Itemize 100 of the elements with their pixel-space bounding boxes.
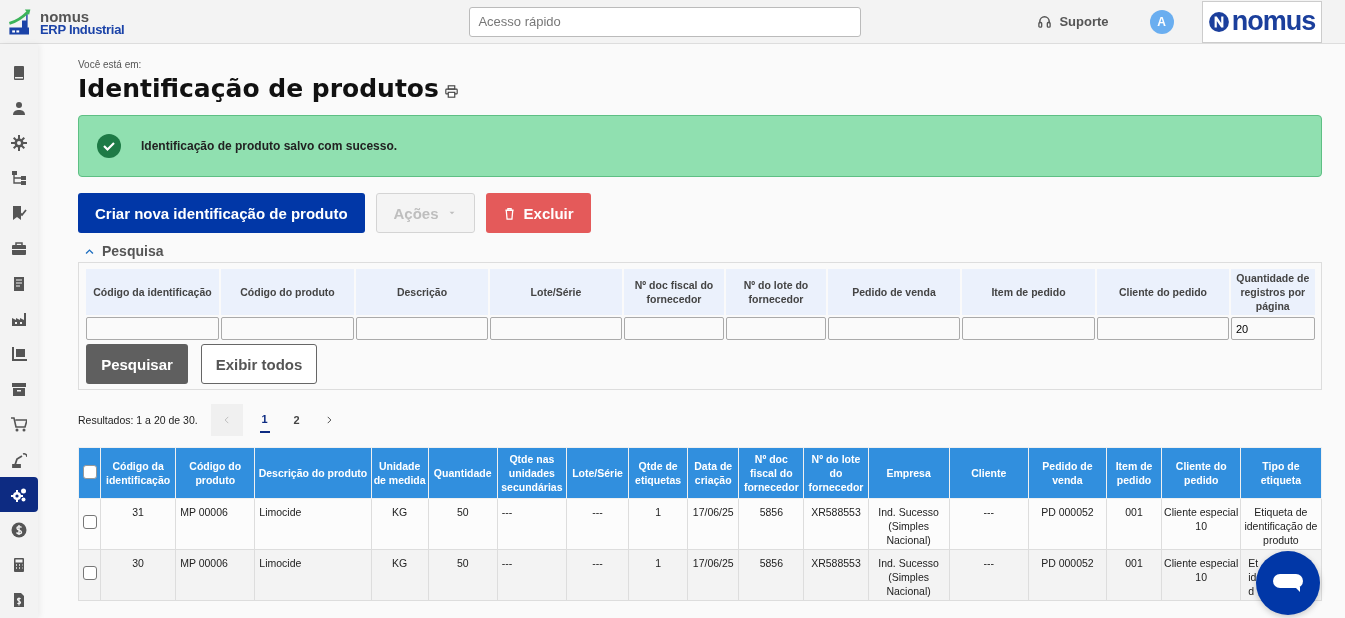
- field-label: Cliente do pedido: [1097, 269, 1229, 315]
- row-checkbox[interactable]: [82, 566, 97, 580]
- table-cell: PD 000052: [1041, 557, 1094, 569]
- table-cell: ---: [501, 506, 513, 518]
- show-all-button[interactable]: Exibir todos: [201, 344, 317, 384]
- column-header: Item de pedido: [1115, 460, 1153, 486]
- column-header: Nº doc fiscal do fornecedor: [743, 453, 799, 493]
- logo-product: ERP Industrial: [40, 22, 125, 36]
- select-all-checkbox[interactable]: [82, 464, 97, 479]
- field-label: Descrição: [356, 269, 488, 315]
- create-button[interactable]: Criar nova identificação de produto: [78, 193, 365, 233]
- table-cell: MP 00006: [180, 506, 228, 518]
- pallet-icon: [11, 346, 27, 363]
- field-label: Código do produto: [221, 269, 354, 315]
- table-cell: Ind. Sucesso (Simples Nacional): [878, 557, 939, 597]
- column-header: Empresa: [886, 467, 931, 479]
- delete-button[interactable]: Excluir: [485, 193, 591, 233]
- table-cell: XR588553: [811, 557, 861, 569]
- search-field[interactable]: [86, 317, 219, 340]
- table-cell: KG: [392, 506, 408, 518]
- field-label: Lote/Série: [490, 269, 622, 315]
- logo-brand: nomus: [40, 9, 91, 23]
- column-header: Código do produto: [189, 460, 242, 486]
- table-cell: ---: [983, 506, 994, 518]
- column-header: Código da identificação: [106, 460, 171, 486]
- table-cell: 5856: [759, 506, 783, 518]
- column-header: Cliente: [971, 467, 1007, 479]
- column-header: Descrição do produto: [258, 467, 368, 479]
- table-cell: MP 00006: [180, 557, 228, 569]
- page-link[interactable]: 1: [259, 407, 270, 433]
- column-header: Tipo de etiqueta: [1260, 460, 1302, 486]
- brand-logo: nomus: [1201, 0, 1322, 43]
- check-circle-icon: [97, 134, 121, 158]
- trash-icon: [502, 206, 516, 220]
- settings-icon: [11, 134, 27, 151]
- table-cell: ---: [501, 557, 513, 569]
- table-cell: PD 000052: [1041, 506, 1094, 518]
- table-cell: Ind. Sucesso (Simples Nacional): [878, 506, 939, 546]
- table-cell: Limocide: [259, 506, 302, 518]
- column-header: Qtde nas unidades secundárias: [501, 453, 563, 493]
- table-cell: 31: [132, 506, 144, 518]
- column-header: Nº do lote do fornecedor: [808, 453, 864, 493]
- search-field[interactable]: [726, 317, 826, 340]
- table-cell: Cliente especial 10: [1164, 506, 1239, 532]
- field-label: Item de pedido: [962, 269, 1095, 315]
- cart-icon: [11, 416, 27, 433]
- calculator-icon: [11, 557, 27, 574]
- search-field[interactable]: [490, 317, 622, 340]
- column-header: Quantidade: [433, 467, 492, 479]
- table-cell: ---: [592, 557, 603, 569]
- table-cell: Etiqueta de identificação de produto: [1244, 506, 1318, 546]
- chat-bubble-icon: [1272, 573, 1304, 593]
- search-field[interactable]: [962, 317, 1095, 340]
- support-link[interactable]: Suporte: [1037, 14, 1109, 29]
- search-field[interactable]: [624, 317, 724, 340]
- table-cell-text: Et id d: [1247, 556, 1259, 598]
- page-title: Identificação de produtos: [78, 74, 439, 103]
- table-cell: XR588553: [811, 506, 861, 518]
- search-field[interactable]: [356, 317, 488, 340]
- row-checkbox[interactable]: [82, 515, 97, 529]
- field-label: Código da identificação: [86, 269, 219, 315]
- table-cell: ---: [983, 557, 994, 569]
- logo-mark-icon: [1207, 10, 1230, 33]
- column-header: Cliente do pedido: [1175, 460, 1227, 486]
- column-header: Data de criação: [694, 460, 733, 486]
- quick-access-field[interactable]: Acesso rápido: [469, 6, 862, 37]
- alert-message: Identificação de produto salvo com sucesso.: [141, 139, 398, 153]
- search-field[interactable]: [221, 317, 354, 340]
- print-button[interactable]: [444, 84, 458, 101]
- table-cell: 001: [1125, 506, 1143, 518]
- table-cell: 50: [456, 557, 469, 569]
- page-link[interactable]: 2: [280, 404, 313, 436]
- results-summary: Resultados: 1 a 20 de 30.: [78, 414, 198, 426]
- archive-icon: [11, 381, 27, 398]
- table-cell: 001: [1125, 557, 1143, 569]
- book-icon: [11, 64, 27, 81]
- briefcase-icon: [11, 240, 27, 257]
- robotic-arm-icon: [11, 451, 27, 468]
- table-cell: KG: [392, 557, 408, 569]
- printer-icon: [444, 84, 458, 98]
- breadcrumb-label: Você está em:: [78, 59, 143, 70]
- search-button[interactable]: Pesquisar: [86, 344, 188, 384]
- user-icon: [11, 99, 27, 116]
- document-icon: [11, 275, 27, 292]
- table-cell: Cliente especial 10: [1164, 557, 1239, 583]
- gears-icon: [11, 486, 27, 503]
- table-cell: Limocide: [259, 557, 302, 569]
- search-field[interactable]: 20: [1231, 317, 1315, 340]
- search-field[interactable]: [828, 317, 960, 340]
- search-section-toggle[interactable]: Pesquisa: [84, 243, 164, 259]
- column-header: Qtde de etiquetas: [635, 460, 682, 486]
- field-label: Quantidade de registros por página: [1231, 269, 1315, 315]
- table-cell: 1: [655, 557, 662, 569]
- sidebar-item[interactable]: [0, 477, 38, 513]
- column-header: Unidade de medida: [373, 460, 426, 486]
- search-field[interactable]: [1097, 317, 1229, 340]
- dollar-icon: [11, 522, 27, 539]
- table-cell: 17/06/25: [692, 557, 734, 569]
- table-cell: 17/06/25: [692, 506, 734, 518]
- column-header: Lote/Série: [572, 467, 623, 479]
